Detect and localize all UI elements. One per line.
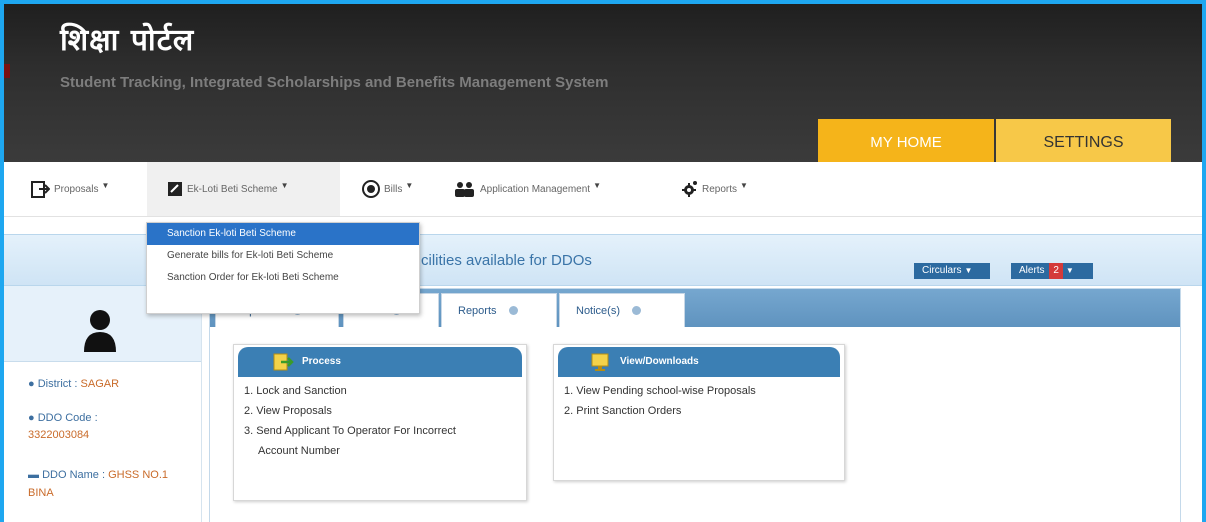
process-item-lock-sanction[interactable]: 1. Lock and Sanction [244, 381, 514, 401]
menu-proposals-label: Proposals [54, 183, 99, 195]
caret-icon: ▼ [405, 180, 414, 190]
tab-reports-label: Reports [458, 305, 497, 317]
process-card: Process 1. Lock and Sanction 2. View Pro… [233, 344, 527, 501]
caret-icon: ▼ [593, 180, 601, 190]
caret-icon: ▼ [740, 180, 748, 190]
menu-reports[interactable]: Reports ▼ [680, 178, 748, 200]
menu-application-label: Application Management [480, 183, 591, 195]
process-item-send-applicant[interactable]: 3. Send Applicant To Operator For Incorr… [244, 421, 514, 441]
circulars-button[interactable]: Circulars ▼ [914, 263, 990, 279]
ddo-sidebar: ● District : SAGAR ● DDO Code : 33220030… [4, 286, 202, 522]
process-card-header: Process [238, 347, 522, 377]
process-list: 1. Lock and Sanction 2. View Proposals 3… [244, 381, 514, 461]
portal-logo-title[interactable]: शिक्षा पोर्टल [60, 18, 194, 59]
close-icon[interactable] [632, 306, 642, 315]
district-value: SAGAR [80, 378, 120, 390]
app-frame: शिक्षा पोर्टल Student Tracking, Integrat… [0, 0, 1206, 522]
downloads-card-header: View/Downloads [558, 347, 840, 377]
alerts-label: Alerts [1019, 265, 1045, 276]
tab-notices-label: Notice(s) [576, 305, 621, 317]
process-icon [273, 353, 294, 371]
dropdown-item-generate-bills[interactable]: Generate bills for Ek-loti Beti Scheme [147, 245, 419, 267]
downloads-item-pending-proposals[interactable]: 1. View Pending school-wise Proposals [564, 381, 834, 401]
alerts-button[interactable]: Alerts 2 ▼ [1011, 263, 1093, 279]
tab-my-home[interactable]: MY HOME [818, 119, 994, 162]
building-icon: ▬ [28, 469, 39, 481]
dropdown-item-sanction-scheme[interactable]: Sanction Ek-loti Beti Scheme [147, 223, 419, 245]
menu-bills[interactable]: Bills ▼ [362, 178, 413, 200]
downloads-card: View/Downloads 1. View Pending school-wi… [553, 344, 845, 481]
menu-scheme-label: Ek-Loti Beti Scheme [187, 183, 278, 195]
process-card-title: Process [302, 356, 341, 367]
ddo-code-label: DDO Code : [37, 412, 98, 424]
caret-icon: ▼ [101, 180, 110, 190]
menu-ek-loti-beti-scheme[interactable]: Ek-Loti Beti Scheme ▼ [167, 178, 289, 200]
scheme-dropdown-menu: Sanction Ek-loti Beti Scheme Generate bi… [146, 222, 420, 314]
close-icon[interactable] [508, 306, 518, 315]
process-item-send-applicant-cont[interactable]: Account Number [244, 441, 514, 461]
tab-settings[interactable]: SETTINGS [996, 119, 1171, 162]
site-header: शिक्षा पोर्टल Student Tracking, Integrat… [4, 4, 1202, 162]
portal-subtitle: Student Tracking, Integrated Scholarship… [60, 74, 609, 91]
dropdown-item-sanction-order[interactable]: Sanction Order for Ek-loti Beti Scheme [147, 267, 419, 289]
ddo-code-row: ● DDO Code : 3322003084 [28, 410, 178, 444]
caret-icon: ▼ [964, 266, 973, 275]
header-accent-mark [4, 64, 10, 78]
gear-icon [682, 181, 697, 197]
bills-icon [362, 180, 380, 198]
tab-notices[interactable]: Notice(s) [559, 293, 685, 327]
caret-icon: ▼ [280, 180, 289, 190]
monitor-icon [591, 353, 609, 371]
district-row: ● District : SAGAR [28, 378, 119, 390]
proposal-icon [31, 181, 50, 198]
ddo-code-value: 3322003084 [28, 429, 90, 441]
ddo-name-row: ▬ DDO Name : GHSS NO.1 BINA [28, 466, 188, 502]
circulars-label: Circulars [922, 265, 962, 276]
downloads-item-print-orders[interactable]: 2. Print Sanction Orders [564, 401, 834, 421]
ddo-name-label: DDO Name : [42, 469, 106, 481]
menu-bills-label: Bills [384, 183, 403, 195]
menu-reports-label: Reports [702, 183, 738, 195]
facilities-title: cilities available for DDOs [421, 252, 592, 269]
users-icon [455, 182, 474, 197]
info-icon: ● [28, 412, 35, 424]
dashboard-panel: Proposals Bills Reports Notice(s) Proces… [209, 288, 1181, 522]
main-menubar: Proposals ▼ Ek-Loti Beti Scheme ▼ Bills … [4, 162, 1202, 217]
tab-reports[interactable]: Reports [441, 293, 557, 327]
process-item-view-proposals[interactable]: 2. View Proposals [244, 401, 514, 421]
user-avatar-icon [84, 310, 116, 352]
menu-proposals[interactable]: Proposals ▼ [30, 178, 109, 200]
caret-icon: ▼ [1065, 266, 1074, 275]
district-label: District : [37, 378, 78, 390]
menu-application-management[interactable]: Application Management ▼ [454, 178, 601, 200]
scheme-icon [168, 182, 182, 196]
location-icon: ● [28, 378, 35, 390]
downloads-list: 1. View Pending school-wise Proposals 2.… [564, 381, 834, 421]
alerts-count-badge: 2 [1049, 263, 1063, 279]
downloads-card-title: View/Downloads [620, 356, 699, 367]
